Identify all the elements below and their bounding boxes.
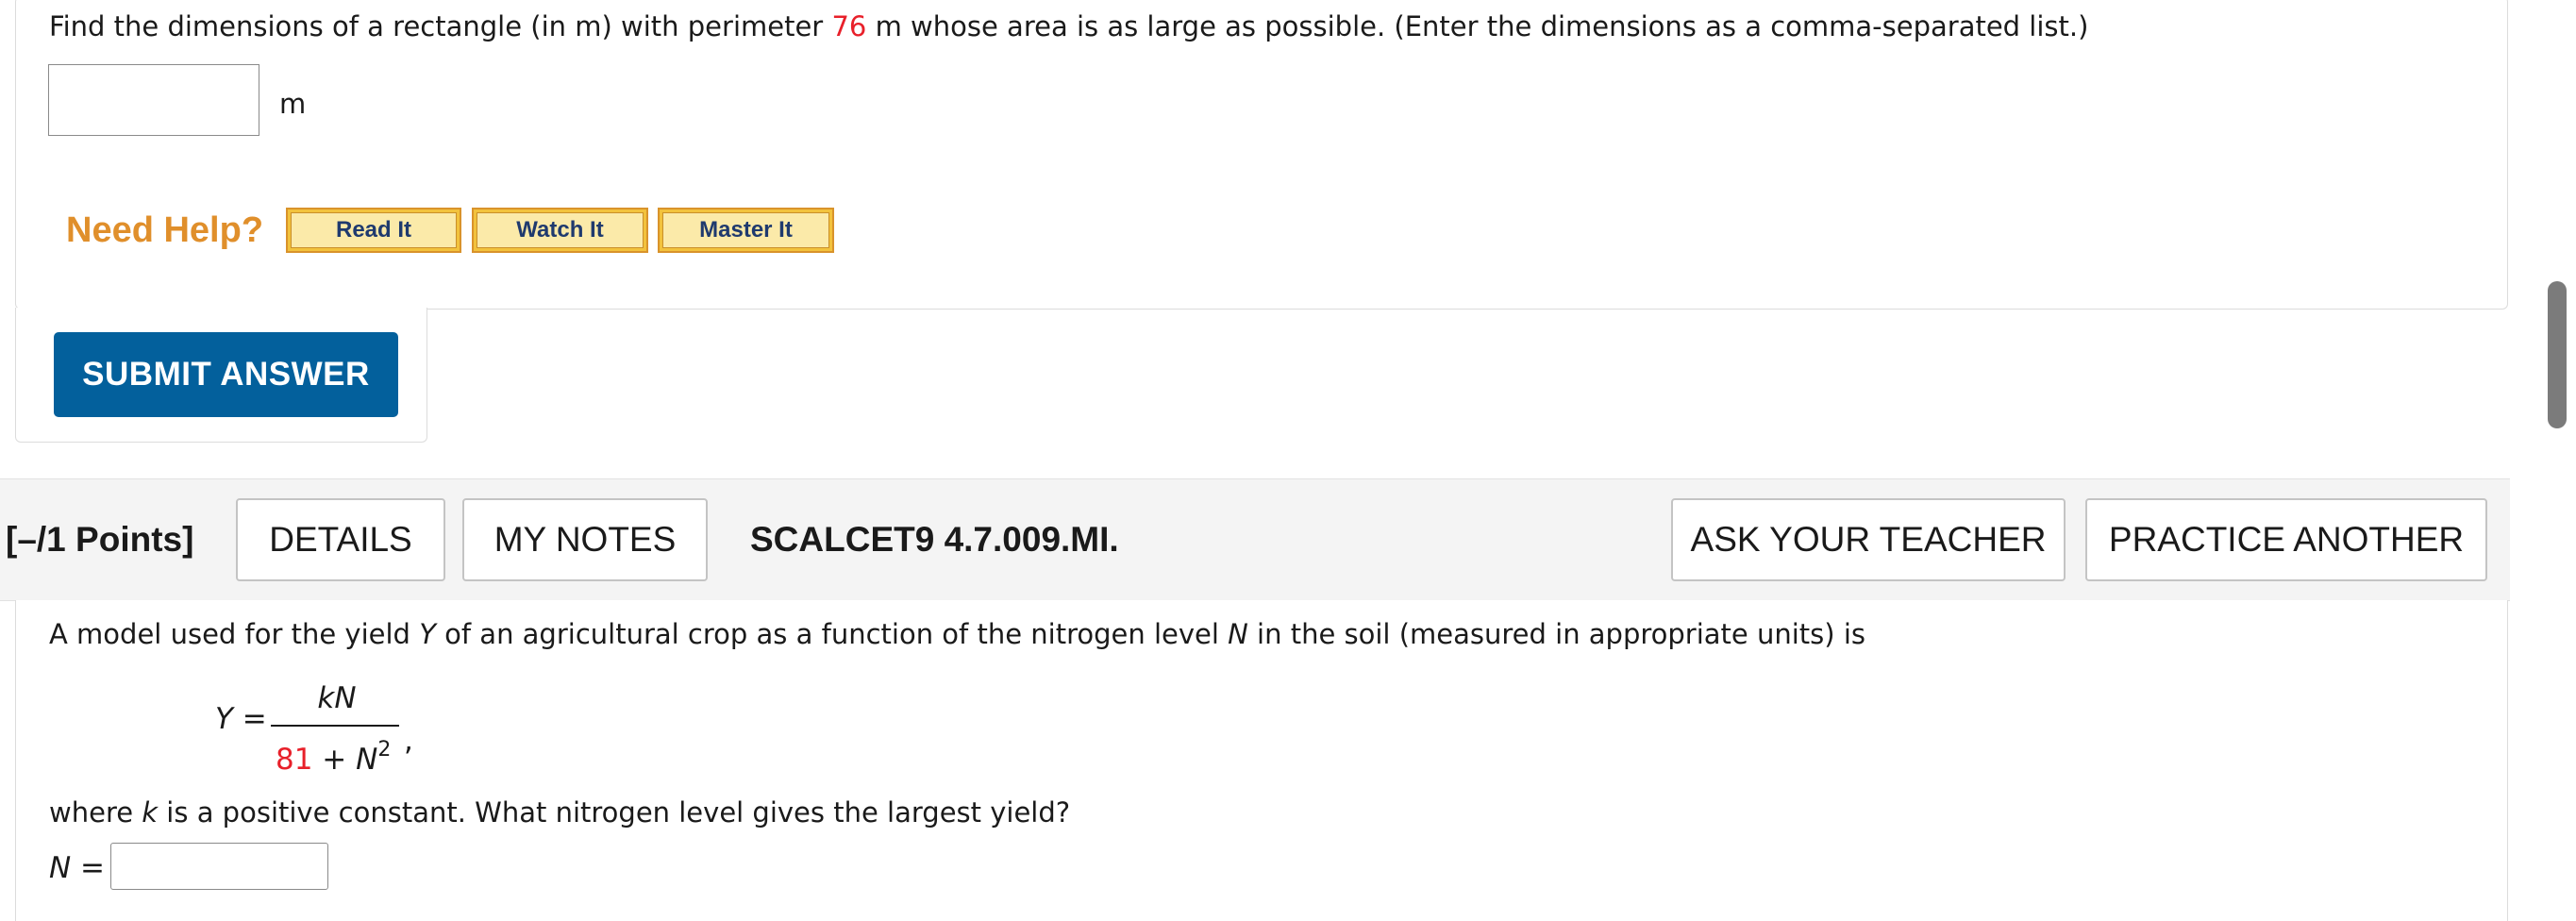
practice-another-button[interactable]: PRACTICE ANOTHER — [2085, 498, 2487, 581]
question-1-text: Find the dimensions of a rectangle (in m… — [49, 8, 2088, 45]
points-label: [–/1 Points] — [6, 520, 194, 559]
equation-lhs: Y = — [215, 702, 267, 736]
watch-it-button[interactable]: Watch It — [472, 208, 648, 253]
master-it-button[interactable]: Master It — [658, 208, 834, 253]
fraction-bar — [271, 725, 399, 727]
variable-y: Y — [419, 618, 436, 650]
dimensions-answer-input[interactable] — [48, 64, 259, 136]
question-text-part: in the soil (measured in appropriate uni… — [1247, 618, 1865, 650]
fraction-denominator: 81 + N2 — [276, 731, 391, 779]
question-text-part: of an agricultural crop as a function of… — [435, 618, 1229, 650]
nitrogen-level-input[interactable] — [110, 843, 328, 890]
submit-answer-button[interactable]: SUBMIT ANSWER — [54, 332, 398, 417]
details-button[interactable]: DETAILS — [236, 498, 445, 581]
fraction-numerator: kN — [317, 681, 357, 715]
question-text-part: A model used for the yield — [49, 618, 420, 650]
question-1-card — [15, 0, 2508, 310]
question-2-prompt: where k is a positive constant. What nit… — [49, 794, 1070, 831]
question-text-part: Find the dimensions of a rectangle (in m… — [49, 10, 832, 42]
perimeter-value: 76 — [831, 10, 867, 42]
need-help-label: Need Help? — [66, 210, 264, 250]
read-it-button[interactable]: Read It — [286, 208, 461, 253]
nitrogen-answer-label: N = — [49, 851, 106, 885]
my-notes-button[interactable]: MY NOTES — [462, 498, 708, 581]
denominator-exponent: 2 — [377, 738, 392, 762]
question-2-text: A model used for the yield Y of an agric… — [49, 615, 1865, 653]
answer-unit: m — [279, 88, 307, 120]
equation-comma: , — [404, 724, 413, 758]
ask-your-teacher-button[interactable]: ASK YOUR TEACHER — [1671, 498, 2066, 581]
question-text-part: where — [49, 796, 142, 829]
question-text-part: is a positive constant. What nitrogen le… — [158, 796, 1071, 829]
scrollbar-thumb[interactable] — [2548, 281, 2567, 428]
master-it-label: Master It — [662, 212, 829, 248]
read-it-label: Read It — [291, 212, 457, 248]
variable-n: N — [1228, 618, 1248, 650]
denominator-term: + N — [312, 743, 378, 777]
assignment-code: SCALCET9 4.7.009.MI. — [750, 520, 1119, 559]
denominator-constant: 81 — [276, 743, 313, 777]
variable-k: k — [142, 796, 159, 829]
question-text-part: m whose area is as large as possible. (E… — [866, 10, 2089, 42]
watch-it-label: Watch It — [477, 212, 644, 248]
